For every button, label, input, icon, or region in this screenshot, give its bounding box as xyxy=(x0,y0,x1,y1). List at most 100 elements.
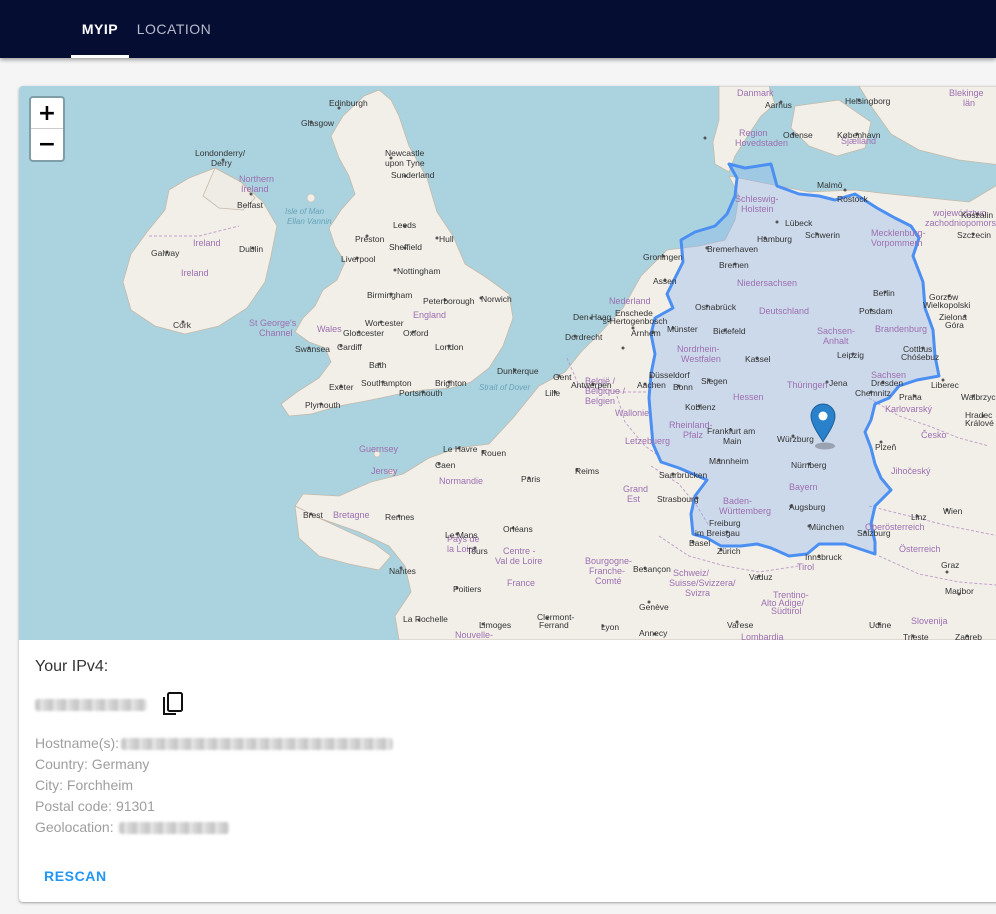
tab-location[interactable]: LOCATION xyxy=(135,0,213,58)
svg-text:Groningen: Groningen xyxy=(643,252,683,262)
svg-text:Chemnitz: Chemnitz xyxy=(855,388,891,398)
landmass-zealand xyxy=(790,99,872,157)
svg-text:Orléans: Orléans xyxy=(503,524,533,534)
svg-text:Nouvelle-: Nouvelle- xyxy=(455,630,493,640)
svg-text:Grand: Grand xyxy=(623,484,648,494)
svg-text:Strasbourg: Strasbourg xyxy=(657,494,699,504)
map-canvas: Isle of Man Ellan Vannin Strait of Dover… xyxy=(122,86,996,640)
svg-text:Niedersachsen: Niedersachsen xyxy=(737,278,797,288)
svg-text:Nordrhein-: Nordrhein- xyxy=(677,344,720,354)
svg-text:Bath: Bath xyxy=(369,360,387,370)
svg-text:Zürich: Zürich xyxy=(717,546,741,556)
hostname-row: Hostname(s): xyxy=(35,733,393,754)
zoom-out-button[interactable]: − xyxy=(31,129,63,159)
svg-text:Region: Region xyxy=(739,128,768,138)
svg-text:Portsmouth: Portsmouth xyxy=(399,388,443,398)
ip-label: Your IPv4: xyxy=(35,658,109,675)
svg-text:Osnabrück: Osnabrück xyxy=(695,302,737,312)
svg-text:Innsbruck: Innsbruck xyxy=(805,552,843,562)
svg-text:Val de Loire: Val de Loire xyxy=(495,556,542,566)
ip-info: Your IPv4: Hostname(s): Country: Germany… xyxy=(35,658,393,835)
geolocation-label: Geolocation: xyxy=(35,819,114,835)
svg-text:Nederland: Nederland xyxy=(609,296,651,306)
svg-text:Bielefeld: Bielefeld xyxy=(713,326,746,336)
svg-text:Wallonie: Wallonie xyxy=(615,408,649,418)
svg-text:Le Havre: Le Havre xyxy=(443,444,478,454)
svg-text:Comté: Comté xyxy=(595,576,622,586)
svg-text:Plymouth: Plymouth xyxy=(305,400,341,410)
svg-text:Worcester: Worcester xyxy=(365,318,404,328)
svg-text:Rennes: Rennes xyxy=(385,512,414,522)
svg-text:Normandie: Normandie xyxy=(439,476,483,486)
svg-text:Oxford: Oxford xyxy=(403,328,429,338)
svg-text:Wien: Wien xyxy=(943,506,963,516)
svg-text:Berlin: Berlin xyxy=(873,288,895,298)
svg-text:Genève: Genève xyxy=(639,602,669,612)
svg-text:Ellan Vannin: Ellan Vannin xyxy=(287,217,332,226)
rescan-button[interactable]: RESCAN xyxy=(44,868,107,884)
svg-text:Svizra: Svizra xyxy=(685,588,710,598)
svg-text:Rostock: Rostock xyxy=(837,194,868,204)
svg-text:Dublin: Dublin xyxy=(239,244,263,254)
svg-text:Malmö: Malmö xyxy=(817,180,843,190)
svg-text:Schweiz/: Schweiz/ xyxy=(673,568,710,578)
svg-text:Wales: Wales xyxy=(317,324,342,334)
zoom-control: + − xyxy=(29,96,65,162)
svg-text:München: München xyxy=(809,522,844,532)
zoom-in-button[interactable]: + xyxy=(31,98,63,129)
svg-text:Belfast: Belfast xyxy=(237,200,264,210)
svg-text:Isle of Man: Isle of Man xyxy=(285,207,325,216)
svg-text:Liberec: Liberec xyxy=(931,380,960,390)
svg-text:Salzburg: Salzburg xyxy=(857,528,891,538)
svg-text:Letzebuerg: Letzebuerg xyxy=(625,436,670,446)
svg-text:La Rochelle: La Rochelle xyxy=(403,614,448,624)
copy-icon[interactable] xyxy=(160,692,184,718)
svg-text:Glasgow: Glasgow xyxy=(301,118,335,128)
svg-text:Caen: Caen xyxy=(435,460,456,470)
svg-text:Würzburg: Würzburg xyxy=(777,434,814,444)
svg-text:Szczecin: Szczecin xyxy=(957,230,991,240)
svg-text:Zagreb: Zagreb xyxy=(955,632,982,640)
svg-text:Freiburg: Freiburg xyxy=(709,518,741,528)
country-row: Country: Germany xyxy=(35,756,150,772)
svg-text:Blekinge: Blekinge xyxy=(949,88,984,98)
svg-text:Aachen: Aachen xyxy=(637,380,666,390)
svg-text:Vaduz: Vaduz xyxy=(749,572,772,582)
svg-text:Lübeck: Lübeck xyxy=(785,218,813,228)
svg-text:Maribor: Maribor xyxy=(945,586,974,596)
svg-text:England: England xyxy=(413,310,446,320)
svg-text:Lille: Lille xyxy=(545,388,560,398)
svg-text:Newcastle: Newcastle xyxy=(385,148,424,158)
svg-text:Vorpommern: Vorpommern xyxy=(871,238,923,248)
svg-text:län: län xyxy=(963,98,975,108)
svg-text:Thüringen: Thüringen xyxy=(787,380,828,390)
svg-text:Hull: Hull xyxy=(439,234,454,244)
app-bar: MYIP LOCATION xyxy=(0,0,996,58)
svg-text:Koblenz: Koblenz xyxy=(685,402,716,412)
tab-myip[interactable]: MYIP xyxy=(71,0,129,58)
svg-text:upon Tyne: upon Tyne xyxy=(385,158,425,168)
svg-text:Pfalz: Pfalz xyxy=(683,430,704,440)
map[interactable]: Isle of Man Ellan Vannin Strait of Dover… xyxy=(19,86,996,640)
svg-text:Besançon: Besançon xyxy=(633,564,671,574)
svg-text:Antwerpen: Antwerpen xyxy=(571,380,612,390)
svg-text:Exeter: Exeter xyxy=(329,382,354,392)
svg-text:Góra: Góra xyxy=(945,320,964,330)
ip-details: Hostname(s): Country: Germany City: Forc… xyxy=(35,733,393,838)
svg-text:Preston: Preston xyxy=(355,234,385,244)
ip-row xyxy=(35,688,235,718)
svg-text:Londonderry/: Londonderry/ xyxy=(195,148,246,158)
svg-text:Peterborough: Peterborough xyxy=(423,296,475,306)
svg-text:Brest: Brest xyxy=(303,510,323,520)
svg-text:Deutschland: Deutschland xyxy=(759,306,809,316)
svg-text:Düsseldorf: Düsseldorf xyxy=(649,370,690,380)
svg-text:Est: Est xyxy=(627,494,641,504)
svg-text:Kassel: Kassel xyxy=(745,354,771,364)
svg-text:Südtirol: Südtirol xyxy=(771,606,802,616)
svg-text:Sachsen-: Sachsen- xyxy=(817,326,855,336)
city-row: City: Forchheim xyxy=(35,777,134,793)
svg-text:Mannheim: Mannheim xyxy=(709,456,749,466)
ip-card: Isle of Man Ellan Vannin Strait of Dover… xyxy=(19,86,996,902)
svg-text:Schleswig-: Schleswig- xyxy=(735,194,779,204)
svg-text:Ferrand: Ferrand xyxy=(539,620,569,630)
